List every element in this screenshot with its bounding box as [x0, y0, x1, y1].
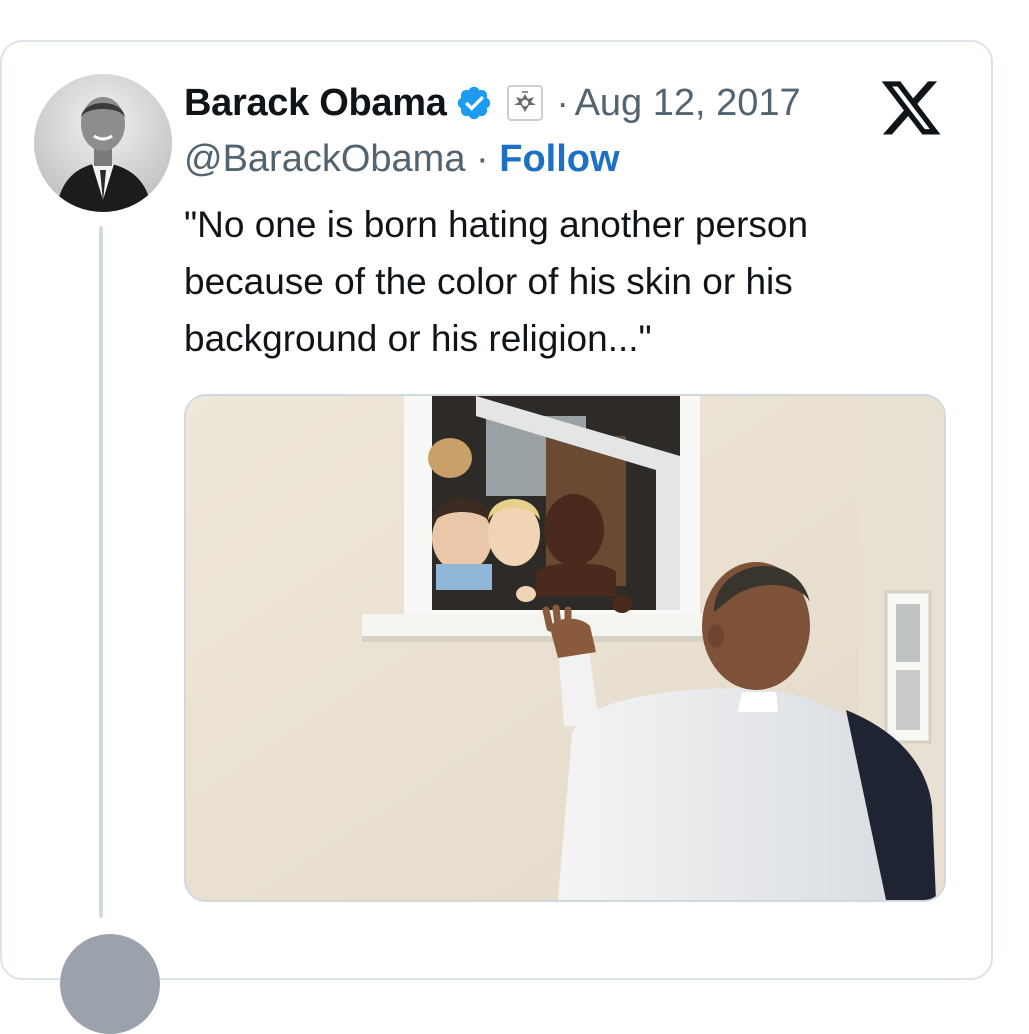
author-name[interactable]: Barack Obama — [184, 82, 447, 125]
author-row: Barack Obama · Aug 12, 2017 — [184, 80, 801, 126]
author-handle[interactable]: @BarackObama — [184, 138, 465, 180]
tweet-text: "No one is born hating another person be… — [184, 204, 809, 359]
handle-row: @BarackObama · Follow — [184, 138, 620, 181]
thread-line — [99, 226, 103, 918]
avatar[interactable] — [34, 74, 172, 212]
tweet-date[interactable]: Aug 12, 2017 — [575, 82, 801, 125]
x-logo-icon[interactable] — [878, 80, 944, 140]
follow-button[interactable]: Follow — [499, 138, 619, 180]
verified-badge-icon — [457, 86, 490, 120]
tweet-photo[interactable] — [184, 394, 946, 902]
government-seal-icon — [506, 85, 543, 121]
next-reply-avatar[interactable] — [60, 934, 160, 1034]
separator-dot: · — [476, 138, 489, 180]
separator-dot: · — [556, 82, 569, 123]
